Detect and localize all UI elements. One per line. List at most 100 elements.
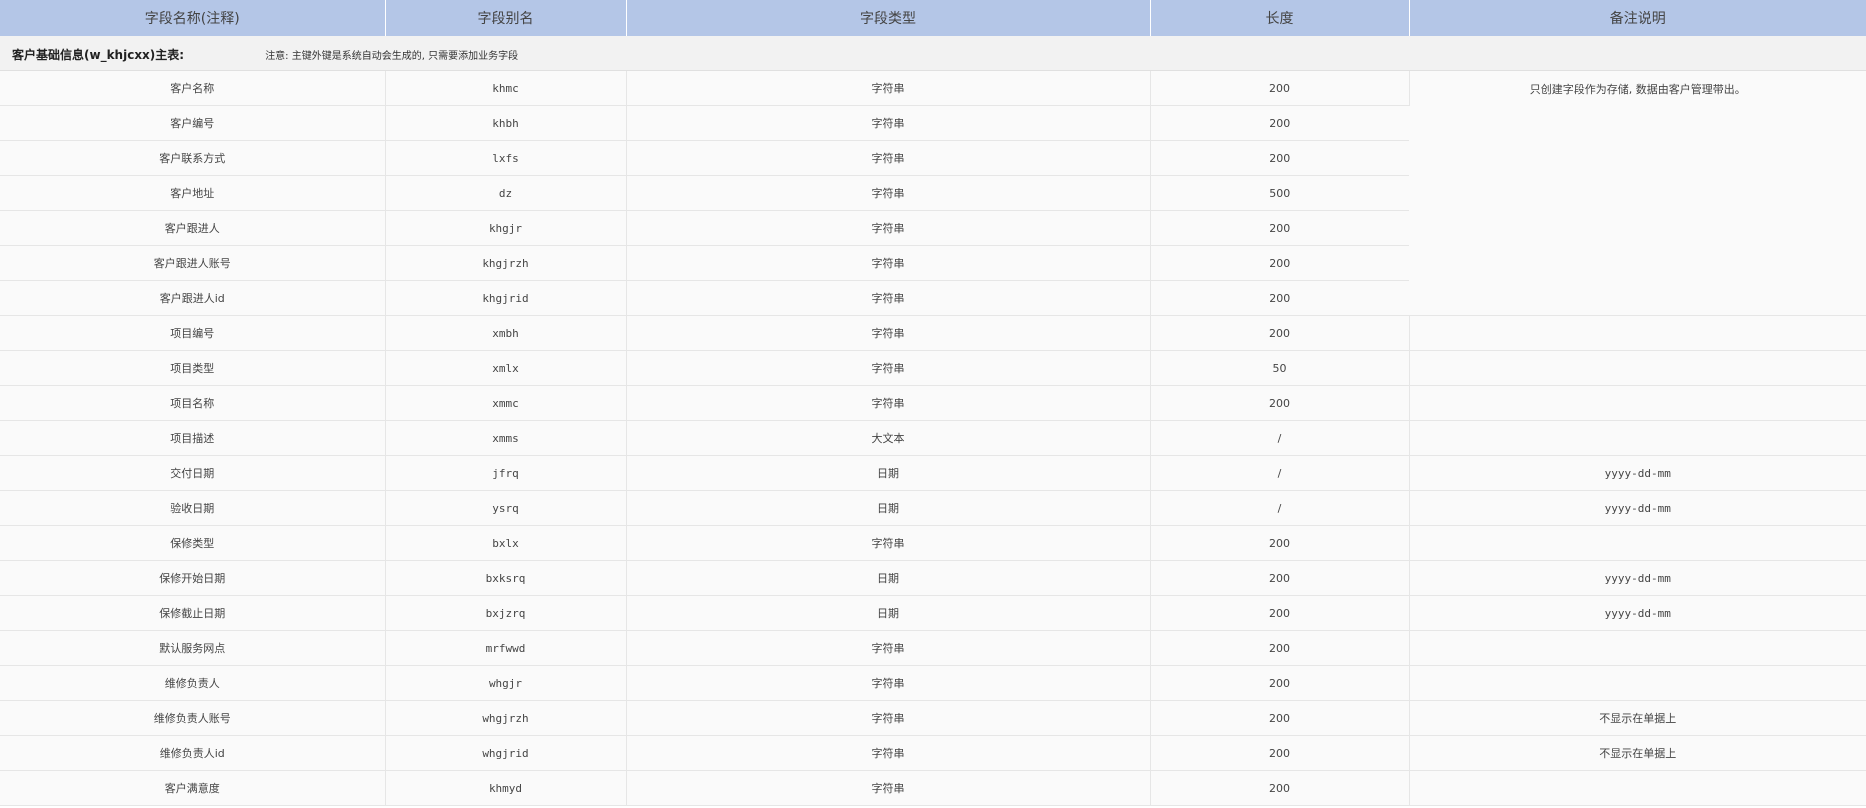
- field-alias-cell: khgjrzh: [385, 245, 627, 281]
- field-name-cell: 项目编号: [0, 315, 386, 351]
- field-alias-cell: mrfwwd: [385, 630, 627, 666]
- field-type-cell: 字符串: [626, 210, 1151, 246]
- table-row: 维修负责人 whgjr 字符串 200: [0, 665, 1866, 701]
- field-type-cell: 字符串: [626, 770, 1151, 806]
- field-length-cell: 200: [1150, 245, 1409, 281]
- field-alias-cell: xmmc: [385, 385, 627, 421]
- field-length-cell: 200: [1150, 560, 1410, 596]
- table-row: 交付日期 jfrq 日期 / yyyy-dd-mm: [0, 455, 1866, 491]
- field-type-cell: 日期: [626, 455, 1151, 491]
- field-alias-cell: dz: [385, 175, 627, 211]
- section-cell: 客户基础信息(w_khjcxx)主表: 注意: 主键外键是系统自动会生成的, 只…: [0, 36, 1866, 71]
- field-alias-cell: whgjrid: [385, 735, 627, 771]
- field-length-cell: 200: [1150, 280, 1409, 316]
- field-type-cell: 字符串: [626, 140, 1151, 176]
- field-length-cell: 200: [1150, 315, 1410, 351]
- field-type-cell: 日期: [626, 490, 1151, 526]
- field-remark-cell: [1409, 770, 1866, 806]
- field-length-cell: 200: [1150, 770, 1410, 806]
- field-alias-cell: khmyd: [385, 770, 627, 806]
- field-remark-cell: [1409, 315, 1866, 351]
- field-length-cell: 200: [1150, 525, 1410, 561]
- section-row: 客户基础信息(w_khjcxx)主表: 注意: 主键外键是系统自动会生成的, 只…: [0, 36, 1866, 71]
- field-name-cell: 客户跟进人id: [0, 280, 386, 316]
- field-name-cell: 维修负责人账号: [0, 700, 386, 736]
- table-row: 验收日期 ysrq 日期 / yyyy-dd-mm: [0, 490, 1866, 526]
- field-name-cell: 保修开始日期: [0, 560, 386, 596]
- field-alias-cell: bxlx: [385, 525, 627, 561]
- field-type-cell: 字符串: [626, 315, 1151, 351]
- field-type-cell: 字符串: [626, 105, 1151, 141]
- field-length-cell: /: [1150, 490, 1410, 526]
- field-length-cell: 500: [1150, 175, 1409, 211]
- field-length-cell: /: [1150, 420, 1410, 456]
- table-row: 项目名称 xmmc 字符串 200: [0, 385, 1866, 421]
- header-field-alias: 字段别名: [385, 0, 627, 36]
- field-name-cell: 维修负责人id: [0, 735, 386, 771]
- field-name-cell: 客户编号: [0, 105, 386, 141]
- field-remark-cell: yyyy-dd-mm: [1409, 455, 1866, 491]
- section-title: 客户基础信息(w_khjcxx)主表:: [12, 47, 185, 62]
- field-length-cell: 200: [1150, 735, 1410, 771]
- table-header-row: 字段名称(注释) 字段别名 字段类型 长度 备注说明: [0, 0, 1866, 36]
- field-type-cell: 日期: [626, 560, 1151, 596]
- field-length-cell: 200: [1150, 595, 1410, 631]
- field-length-cell: 200: [1150, 210, 1409, 246]
- field-remark-cell: [1409, 630, 1866, 666]
- field-name-cell: 客户名称: [0, 70, 386, 106]
- table-row: 保修截止日期 bxjzrq 日期 200 yyyy-dd-mm: [0, 595, 1866, 631]
- field-type-cell: 字符串: [626, 665, 1151, 701]
- field-type-cell: 字符串: [626, 385, 1151, 421]
- field-name-cell: 交付日期: [0, 455, 386, 491]
- field-name-cell: 项目名称: [0, 385, 386, 421]
- field-alias-cell: khmc: [385, 70, 627, 106]
- field-type-cell: 字符串: [626, 70, 1151, 106]
- field-length-cell: 50: [1150, 350, 1410, 386]
- field-remark-cell: 不显示在单据上: [1409, 700, 1866, 736]
- field-name-cell: 客户跟进人: [0, 210, 386, 246]
- field-length-cell: 200: [1150, 140, 1409, 176]
- field-name-cell: 保修截止日期: [0, 595, 386, 631]
- field-alias-cell: whgjrzh: [385, 700, 627, 736]
- table-row: 客户名称 khmc 字符串 200 只创建字段作为存储, 数据由客户管理带出。: [0, 70, 1866, 316]
- field-name-cell: 项目类型: [0, 350, 386, 386]
- table-row: 保修类型 bxlx 字符串 200: [0, 525, 1866, 561]
- field-alias-cell: khbh: [385, 105, 627, 141]
- field-type-cell: 字符串: [626, 525, 1151, 561]
- field-type-cell: 字符串: [626, 735, 1151, 771]
- field-name-cell: 默认服务网点: [0, 630, 386, 666]
- field-name-cell: 客户地址: [0, 175, 386, 211]
- field-type-cell: 字符串: [626, 630, 1151, 666]
- field-length-cell: 200: [1150, 630, 1410, 666]
- field-length-cell: 200: [1150, 700, 1410, 736]
- field-type-cell: 日期: [626, 595, 1151, 631]
- table-row: 项目编号 xmbh 字符串 200: [0, 315, 1866, 351]
- section-note: 注意: 主键外键是系统自动会生成的, 只需要添加业务字段: [265, 50, 519, 62]
- header-field-type: 字段类型: [626, 0, 1151, 36]
- header-remark: 备注说明: [1409, 0, 1866, 36]
- field-name-cell: 客户满意度: [0, 770, 386, 806]
- field-type-cell: 字符串: [626, 700, 1151, 736]
- header-length: 长度: [1150, 0, 1410, 36]
- field-alias-cell: xmlx: [385, 350, 627, 386]
- field-alias-cell: bxjzrq: [385, 595, 627, 631]
- field-remark-cell: [1409, 525, 1866, 561]
- field-type-cell: 字符串: [626, 175, 1151, 211]
- field-remark-cell: [1409, 665, 1866, 701]
- field-type-cell: 字符串: [626, 280, 1151, 316]
- merged-remark-cell: 只创建字段作为存储, 数据由客户管理带出。: [1409, 70, 1866, 316]
- field-alias-cell: jfrq: [385, 455, 627, 491]
- field-length-cell: 200: [1150, 70, 1410, 106]
- table-row: 项目描述 xmms 大文本 /: [0, 420, 1866, 456]
- field-length-cell: 200: [1150, 665, 1410, 701]
- field-name-cell: 项目描述: [0, 420, 386, 456]
- field-alias-cell: khgjr: [385, 210, 627, 246]
- field-alias-cell: bxksrq: [385, 560, 627, 596]
- field-remark-cell: [1409, 385, 1866, 421]
- field-alias-cell: xmbh: [385, 315, 627, 351]
- table-row: 维修负责人id whgjrid 字符串 200 不显示在单据上: [0, 735, 1866, 771]
- field-length-cell: 200: [1150, 385, 1410, 421]
- field-definition-table: 字段名称(注释) 字段别名 字段类型 长度 备注说明 客户基础信息(w_khjc…: [0, 0, 1866, 806]
- table-row: 客户满意度 khmyd 字符串 200: [0, 770, 1866, 806]
- field-type-cell: 字符串: [626, 245, 1151, 281]
